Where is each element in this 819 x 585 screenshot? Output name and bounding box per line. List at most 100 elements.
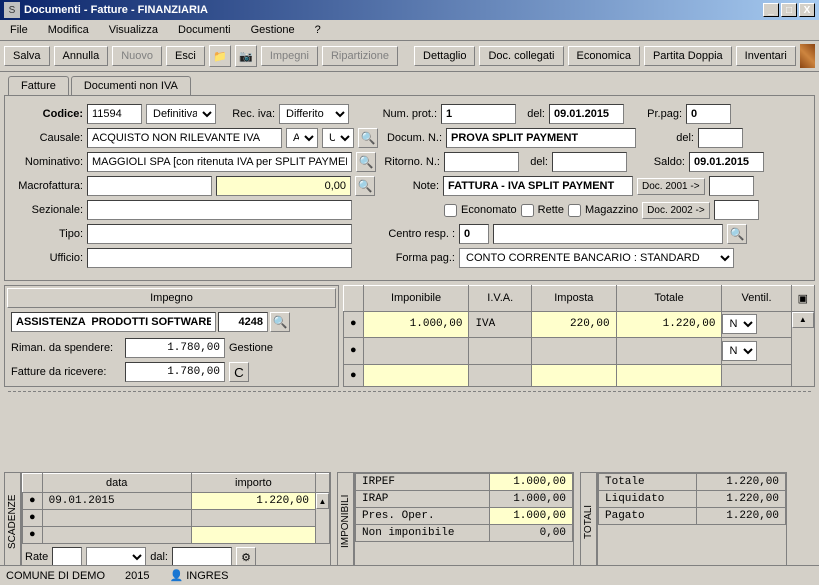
doc-2002-button[interactable]: Doc. 2002 -> [642,202,710,219]
sc-r3-importo[interactable] [191,527,315,544]
doc-2001-button[interactable]: Doc. 2001 -> [637,178,705,195]
maximize-button[interactable]: □ [781,3,797,17]
causale-a-select[interactable]: A [286,128,318,148]
forma-pag-select[interactable]: CONTO CORRENTE BANCARIO : STANDARD [459,248,734,268]
sc-scroll[interactable]: ▲ [316,493,330,544]
row-marker-icon[interactable]: ● [344,311,364,338]
minimize-button[interactable]: _ [763,3,779,17]
note-input[interactable] [443,176,633,196]
inventari-button[interactable]: Inventari [736,46,796,66]
non-imponibile-val[interactable]: 0,00 [489,525,572,542]
salva-button[interactable]: Salva [4,46,50,66]
dettaglio-button[interactable]: Dettaglio [414,46,475,66]
pr-pag-input[interactable] [686,104,731,124]
toolbar-icon-1[interactable]: 📁 [209,45,231,67]
economato-checkbox[interactable] [444,204,457,217]
del-input-3[interactable] [552,152,627,172]
sc-marker-2[interactable]: ● [23,510,43,527]
menu-documenti[interactable]: Documenti [172,22,237,38]
r2-imposta[interactable] [532,338,617,365]
r3-iva[interactable] [469,365,532,387]
causale-u-select[interactable]: U [322,128,354,148]
nominativo-input[interactable] [87,152,352,172]
row-marker-icon-3[interactable]: ● [344,365,364,387]
r2-imponibile[interactable] [363,338,469,365]
num-prot-input[interactable] [441,104,516,124]
menu-help[interactable]: ? [309,22,327,38]
close-button[interactable]: X [799,3,815,17]
scadenze-data[interactable]: 09.01.2015 [42,493,191,510]
rate-select[interactable] [86,547,146,567]
rate-input[interactable] [52,547,82,567]
impegno-code-input[interactable] [218,312,268,332]
toolbar-icon-2[interactable]: 📷 [235,45,257,67]
r2-totale[interactable] [616,338,722,365]
del-input-1[interactable] [549,104,624,124]
tab-documenti-non-iva[interactable]: Documenti non IVA [71,76,191,95]
irap-val[interactable]: 1.000,00 [489,491,572,508]
rec-iva-select[interactable]: Differito [279,104,349,124]
del-input-2[interactable] [698,128,743,148]
centro-resp-desc-input[interactable] [493,224,723,244]
tab-fatture[interactable]: Fatture [8,76,69,95]
r1-ventil-select[interactable]: N [722,314,757,334]
centro-resp-input[interactable] [459,224,489,244]
rette-checkbox[interactable] [521,204,534,217]
menu-visualizza[interactable]: Visualizza [103,22,164,38]
r3-imposta[interactable] [532,365,617,387]
sc-marker-1[interactable]: ● [23,493,43,510]
sc-r3-data[interactable] [42,527,191,544]
dal-input[interactable] [172,547,232,567]
impegno-search-icon[interactable]: 🔍 [270,312,290,332]
esci-button[interactable]: Esci [166,46,205,66]
partita-doppia-button[interactable]: Partita Doppia [644,46,732,66]
economica-button[interactable]: Economica [568,46,640,66]
nominativo-search-icon[interactable]: 🔍 [356,152,376,172]
menu-modifica[interactable]: Modifica [42,22,95,38]
magazzino-checkbox[interactable] [568,204,581,217]
r2-ventil-select[interactable]: N [722,341,757,361]
status-select[interactable]: Definitiva [146,104,216,124]
r1-imposta[interactable]: 220,00 [532,311,617,338]
r1-totale[interactable]: 1.220,00 [616,311,722,338]
sezionale-input[interactable] [87,200,352,220]
causale-input[interactable] [87,128,282,148]
nuovo-button[interactable]: Nuovo [112,46,162,66]
r3-imponibile[interactable] [363,365,469,387]
r3-ventil[interactable] [722,365,791,387]
macrofattura-input[interactable] [87,176,212,196]
irpef-val[interactable]: 1.000,00 [489,474,572,491]
r3-totale[interactable] [616,365,722,387]
c-button[interactable]: C [229,362,249,382]
causale-search-icon[interactable]: 🔍 [358,128,378,148]
centro-resp-search-icon[interactable]: 🔍 [727,224,747,244]
grid-scrollbar[interactable]: ▲ [791,311,814,386]
macrofattura-search-icon[interactable]: 🔍 [355,176,375,196]
codice-input[interactable] [87,104,142,124]
doc-collegati-button[interactable]: Doc. collegati [479,46,563,66]
ritorno-n-input[interactable] [444,152,519,172]
saldo-input[interactable] [689,152,764,172]
row-marker-icon-2[interactable]: ● [344,338,364,365]
impegno-desc-input[interactable] [11,312,216,332]
scadenze-importo[interactable]: 1.220,00 [191,493,315,510]
macrofattura-val-input[interactable] [216,176,351,196]
annulla-button[interactable]: Annulla [54,46,109,66]
doc-2001-input[interactable] [709,176,754,196]
r1-iva[interactable]: IVA [469,311,532,338]
impegni-button[interactable]: Impegni [261,46,318,66]
sc-r2-importo[interactable] [191,510,315,527]
menu-gestione[interactable]: Gestione [245,22,301,38]
docum-n-input[interactable] [446,128,636,148]
pres-oper-val[interactable]: 1.000,00 [489,508,572,525]
menu-file[interactable]: File [4,22,34,38]
r2-iva[interactable] [469,338,532,365]
rate-action-icon[interactable]: ⚙ [236,547,256,567]
ufficio-input[interactable] [87,248,352,268]
doc-2002-input[interactable] [714,200,759,220]
ripartizione-button[interactable]: Ripartizione [322,46,398,66]
r1-imponibile[interactable]: 1.000,00 [363,311,469,338]
sc-r2-data[interactable] [42,510,191,527]
tipo-input[interactable] [87,224,352,244]
sc-marker-3[interactable]: ● [23,527,43,544]
